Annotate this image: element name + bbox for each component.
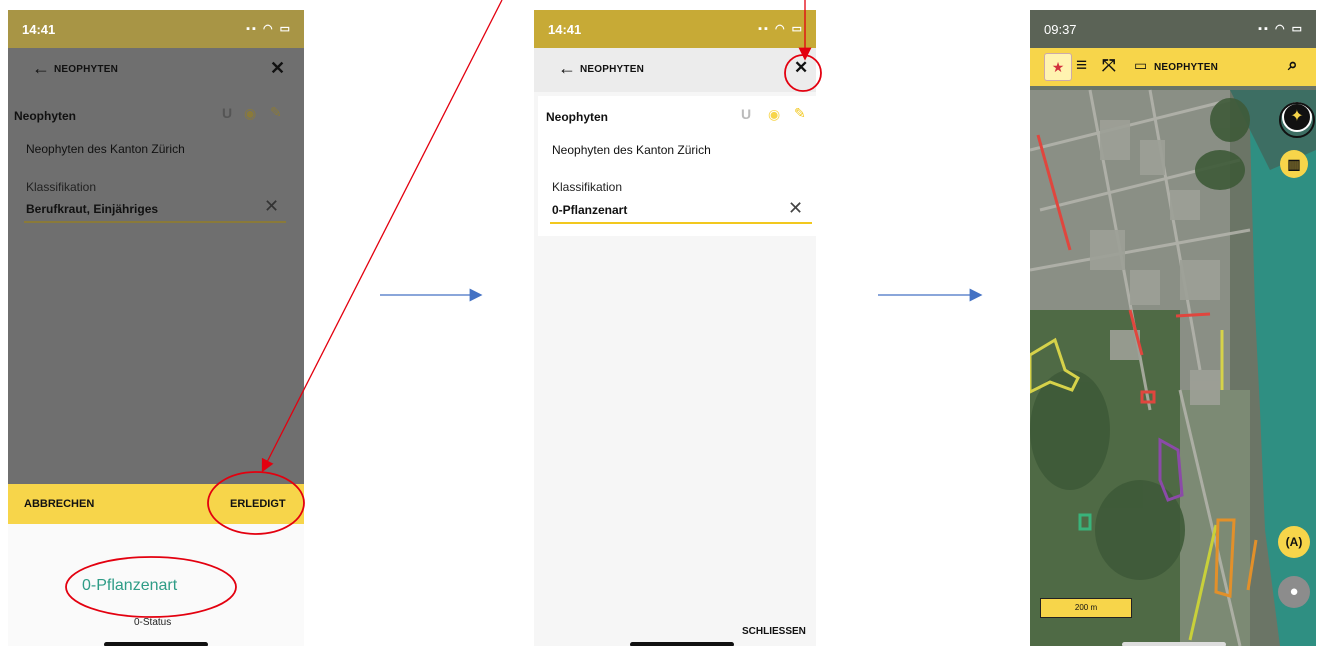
annotations bbox=[65, 0, 1315, 618]
annotation-arrow bbox=[261, 0, 503, 473]
annotation-circle bbox=[207, 471, 305, 535]
annotation-circle bbox=[784, 54, 822, 92]
annotation-circle bbox=[65, 556, 237, 618]
annotation-circle bbox=[1279, 102, 1315, 138]
